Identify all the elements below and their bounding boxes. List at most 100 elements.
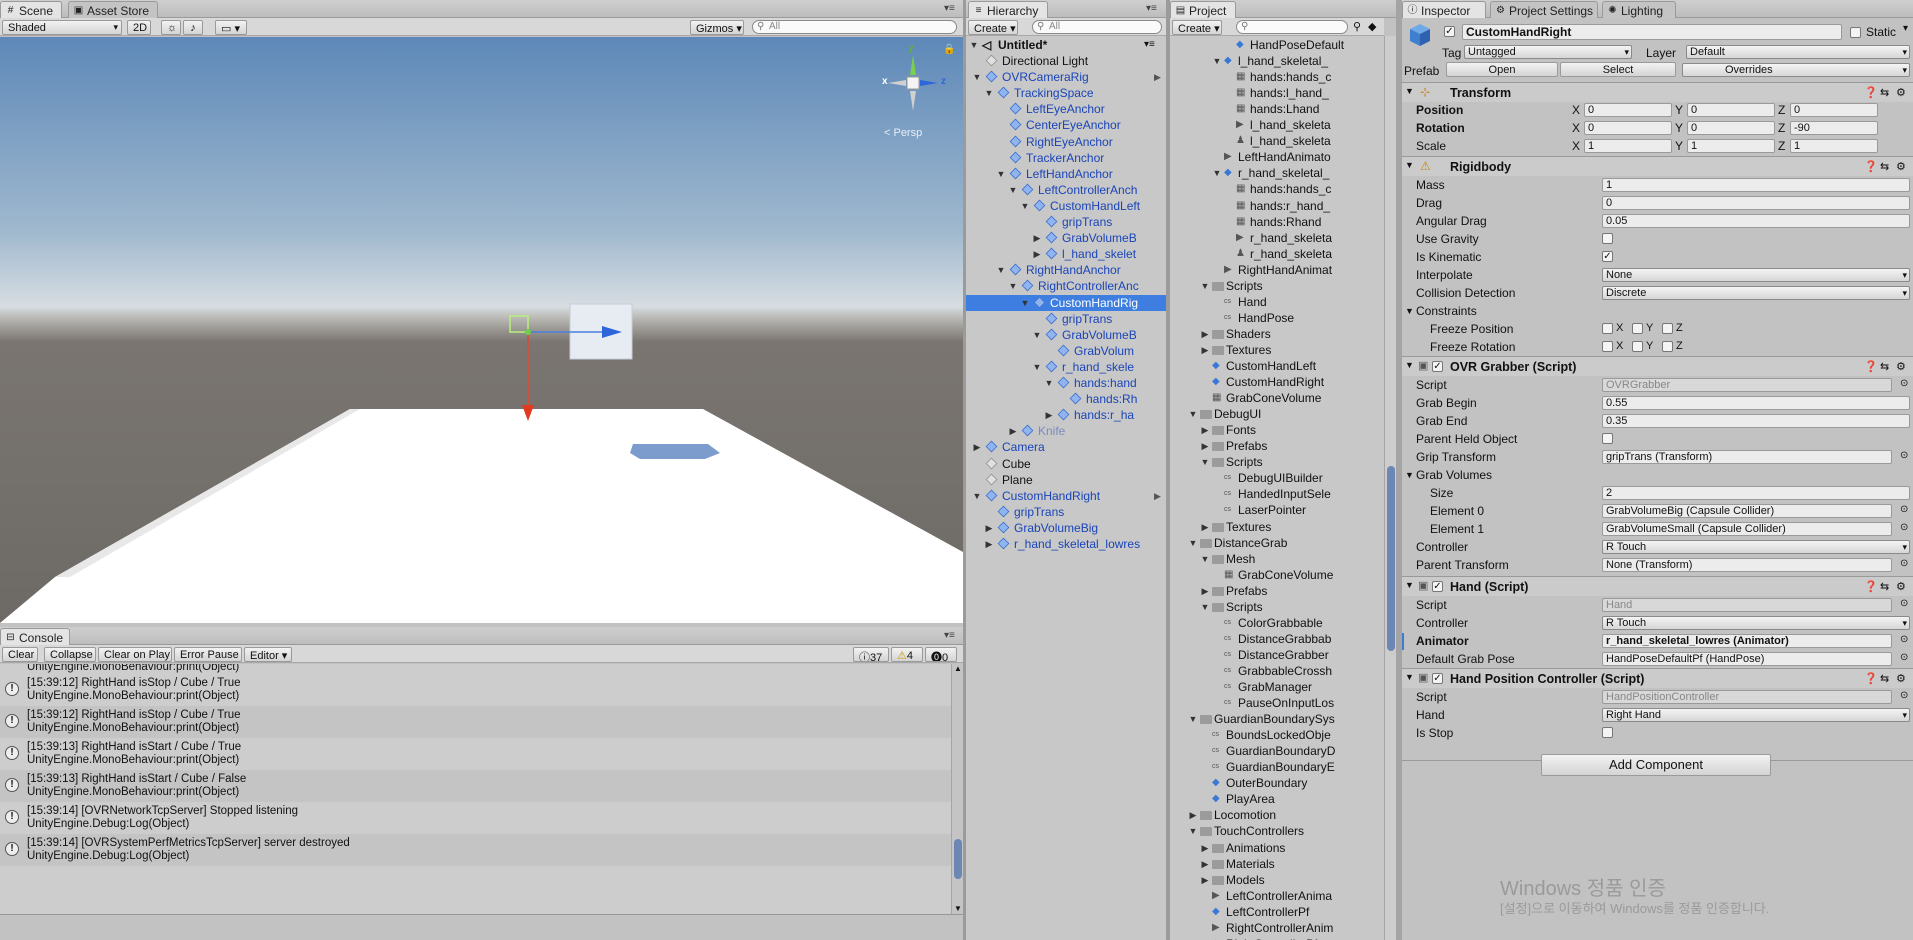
expand-arrow-icon[interactable]: ▼ <box>1188 711 1198 727</box>
project-item[interactable]: ▼ Scripts <box>1170 278 1384 294</box>
project-item[interactable]: ▦ hands:r_hand_ <box>1170 198 1384 214</box>
prefab-overrides-dropdown[interactable]: Overrides <box>1682 63 1910 77</box>
hand-dropdown[interactable]: Right Hand <box>1602 708 1910 722</box>
persp-label[interactable]: < Persp <box>884 127 922 139</box>
preset-icon[interactable]: ⇆ <box>1880 580 1889 593</box>
expand-arrow-icon[interactable]: ▼ <box>969 37 979 53</box>
scale-x-field[interactable]: 1 <box>1584 139 1672 153</box>
tab-asset-store[interactable]: ▣ Asset Store <box>68 1 158 18</box>
project-item[interactable]: ▶ Locomotion <box>1170 807 1384 823</box>
project-item[interactable]: ▦ GrabConeVolume <box>1170 567 1384 583</box>
project-scroll-thumb[interactable] <box>1387 466 1395 651</box>
scene-viewport[interactable]: y x z < Persp 🔒 <box>0 37 963 623</box>
expand-arrow-icon[interactable]: ▼ <box>1032 327 1042 343</box>
layer-dropdown[interactable]: Default <box>1686 45 1910 59</box>
project-item[interactable]: ▶ RightHandAnimat <box>1170 262 1384 278</box>
freeze-position-z-checkbox[interactable] <box>1662 323 1673 334</box>
help-icon[interactable]: ❓ <box>1864 160 1878 173</box>
project-item[interactable]: ▦ GrabConeVolume <box>1170 390 1384 406</box>
ovr-grabber-header[interactable]: ▼ ▣ ✓ OVR Grabber (Script) ❓ ⇆ ⚙ <box>1402 356 1913 376</box>
project-item[interactable]: cs GuardianBoundaryE <box>1170 759 1384 775</box>
expand-arrow-icon[interactable]: ▶ <box>1200 326 1210 342</box>
fold-arrow-icon[interactable]: ▼ <box>1405 360 1414 370</box>
hierarchy-item[interactable]: ▶ GrabVolumeBig <box>966 520 1166 536</box>
editor-dropdown[interactable]: Editor ▾ <box>244 647 292 662</box>
project-item[interactable]: cs HandPose <box>1170 310 1384 326</box>
expand-arrow-icon[interactable]: ▼ <box>1020 295 1030 311</box>
fold-arrow-icon[interactable]: ▼ <box>1405 160 1414 170</box>
expand-arrow-icon[interactable]: ▼ <box>1188 535 1198 551</box>
project-item[interactable]: cs GuardianBoundaryD <box>1170 743 1384 759</box>
use-gravity-checkbox[interactable] <box>1602 233 1613 244</box>
fold-arrow-icon[interactable]: ▼ <box>1405 86 1414 96</box>
project-item[interactable]: cs ColorGrabbable <box>1170 615 1384 631</box>
angular-drag-field[interactable]: 0.05 <box>1602 214 1910 228</box>
create-dropdown[interactable]: Create ▾ <box>1172 20 1222 35</box>
expand-arrow-icon[interactable]: ▼ <box>996 262 1006 278</box>
hierarchy-item[interactable]: ▼ LeftControllerAnch <box>966 182 1166 198</box>
expand-arrow-icon[interactable]: ▶ <box>1044 407 1054 423</box>
log-entry[interactable]: ! [15:39:14] [OVRSystemPerfMetricsTcpServ… <box>0 834 953 866</box>
project-item[interactable]: ▶ LeftControllerAnima <box>1170 888 1384 904</box>
clear-button[interactable]: Clear <box>2 647 38 662</box>
hierarchy-item[interactable]: ▼ CustomHandRight ▶ <box>966 488 1166 504</box>
prefab-open-button[interactable]: Open <box>1446 62 1558 77</box>
gear-icon[interactable]: ⚙ <box>1896 580 1906 593</box>
project-item[interactable]: ▶ r_hand_skeleta <box>1170 230 1384 246</box>
tab-console[interactable]: ⊟ Console <box>0 628 70 645</box>
scene-search-input[interactable]: All <box>752 20 957 34</box>
project-item[interactable]: ▼ DistanceGrab <box>1170 535 1384 551</box>
project-item[interactable]: ▶ Models <box>1170 872 1384 888</box>
project-item[interactable]: ▼ ◆ l_hand_skeletal_ <box>1170 53 1384 69</box>
expand-arrow-icon[interactable]: ▶ <box>1200 438 1210 454</box>
preset-icon[interactable]: ⇆ <box>1880 160 1889 173</box>
static-dropdown-icon[interactable]: ▾ <box>1903 23 1908 34</box>
hierarchy-item[interactable]: Cube <box>966 456 1166 472</box>
project-item[interactable]: cs DebugUIBuilder <box>1170 470 1384 486</box>
project-item[interactable]: ▼ Mesh <box>1170 551 1384 567</box>
hierarchy-item[interactable]: TrackerAnchor <box>966 150 1166 166</box>
project-item[interactable]: cs DistanceGrabber <box>1170 647 1384 663</box>
help-icon[interactable]: ❓ <box>1864 360 1878 373</box>
hierarchy-item[interactable]: hands:Rh <box>966 391 1166 407</box>
rigidbody-header[interactable]: ▼ ⚠ Rigidbody ❓ ⇆ ⚙ <box>1402 156 1913 176</box>
console-scroll-thumb[interactable] <box>954 839 962 879</box>
project-item[interactable]: cs GrabbableCrossh <box>1170 663 1384 679</box>
project-item[interactable]: ▶ Shaders <box>1170 326 1384 342</box>
expand-arrow-icon[interactable]: ▼ <box>1200 551 1210 567</box>
project-item[interactable]: ◆ LeftControllerPf <box>1170 904 1384 920</box>
2d-toggle[interactable]: 2D <box>127 20 151 35</box>
audio-toggle-icon[interactable]: ♪ <box>183 20 203 35</box>
help-icon[interactable]: ❓ <box>1864 86 1878 99</box>
is-stop-checkbox[interactable] <box>1602 727 1613 738</box>
expand-arrow-icon[interactable]: ▼ <box>1200 454 1210 470</box>
expand-arrow-icon[interactable]: ▶ <box>1008 423 1018 439</box>
project-item[interactable]: ▶ Prefabs <box>1170 583 1384 599</box>
console-scrollbar[interactable]: ▲ ▼ <box>951 664 963 914</box>
fold-arrow-icon[interactable]: ▼ <box>1405 580 1414 590</box>
hierarchy-item[interactable]: ▶ l_hand_skelet <box>966 246 1166 262</box>
hierarchy-item[interactable]: ▼ CustomHandRig <box>966 294 1166 311</box>
project-item[interactable]: ▼ Scripts <box>1170 454 1384 470</box>
scale-y-field[interactable]: 1 <box>1687 139 1775 153</box>
expand-arrow-icon[interactable]: ▼ <box>1044 375 1054 391</box>
log-entry[interactable]: ! [15:39:13] RightHand isStart / Cube / F… <box>0 770 953 802</box>
error-pause-button[interactable]: Error Pause <box>174 647 242 662</box>
freeze-position-y-checkbox[interactable] <box>1632 323 1643 334</box>
hierarchy-item[interactable]: ▶ Knife <box>966 423 1166 439</box>
project-item[interactable]: ▶ l_hand_skeleta <box>1170 117 1384 133</box>
hierarchy-item[interactable]: ▼ TrackingSpace <box>966 85 1166 101</box>
project-item[interactable]: ▶ Textures <box>1170 342 1384 358</box>
enabled-checkbox[interactable]: ✓ <box>1432 673 1443 684</box>
project-item[interactable]: ▦ hands:l_hand_ <box>1170 85 1384 101</box>
expand-arrow-icon[interactable]: ▼ <box>1200 278 1210 294</box>
project-item[interactable]: ▶ RightControllerAnim <box>1170 920 1384 936</box>
object-picker-icon[interactable]: ⊙ <box>1900 504 1908 515</box>
preset-icon[interactable]: ⇆ <box>1880 86 1889 99</box>
expand-arrow-icon[interactable]: ▼ <box>984 85 994 101</box>
scale-z-field[interactable]: 1 <box>1790 139 1878 153</box>
expand-arrow-icon[interactable]: ▼ <box>1212 165 1222 181</box>
gear-icon[interactable]: ⚙ <box>1896 86 1906 99</box>
freeze-rotation-y-checkbox[interactable] <box>1632 341 1643 352</box>
hierarchy-item[interactable]: gripTrans <box>966 214 1166 230</box>
